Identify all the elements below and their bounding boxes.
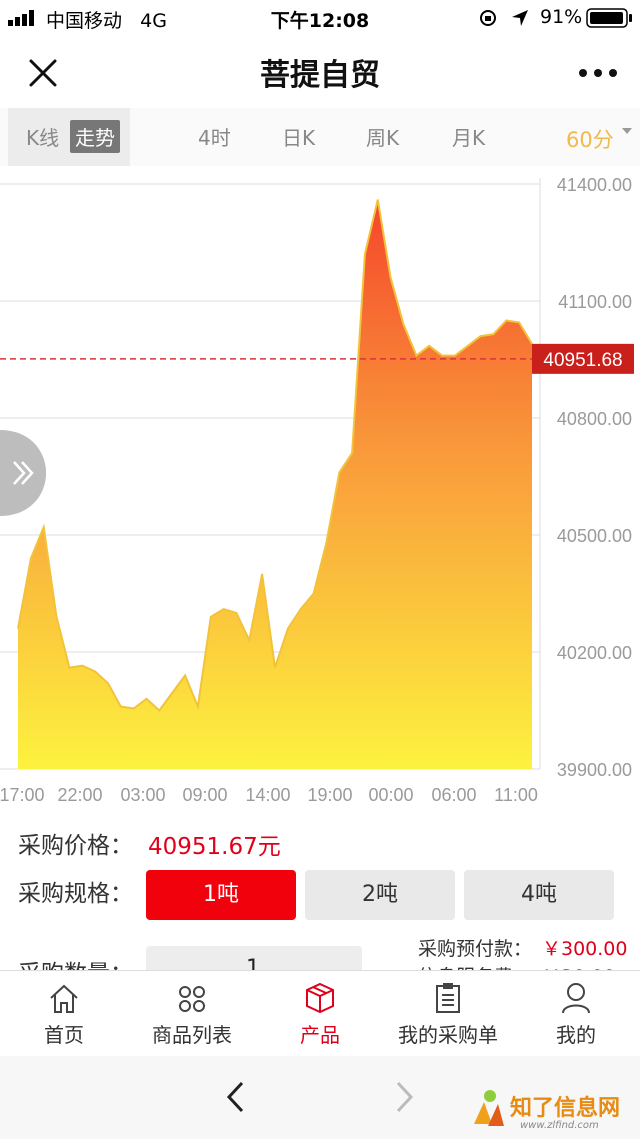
prepay-value: ￥300.00 [542, 938, 628, 960]
tab-kline[interactable]: K线 [26, 122, 59, 151]
tab-week[interactable]: 周K [366, 122, 399, 151]
tab-4h[interactable]: 4时 [198, 122, 231, 151]
watermark-text: 知了信息网 [510, 1096, 621, 1121]
y-tick-label: 40800.00 [557, 409, 632, 429]
tab-day[interactable]: 日K [282, 122, 315, 151]
x-tick-label: 22:00 [57, 785, 102, 805]
price-value: 40951.67元 [148, 834, 281, 860]
tabbar-item-products[interactable]: 商品列表 [128, 971, 256, 1057]
tabbar-label-orders: 我的采购单 [398, 1023, 498, 1047]
price-chart: 41400.00 41100.00 40800.00 40500.00 40200.00… [0, 175, 634, 805]
current-price-label: 40951.68 [543, 350, 622, 371]
x-tick-label: 03:00 [120, 785, 165, 805]
x-tick-label: 00:00 [368, 785, 413, 805]
tabbar-item-product[interactable]: 产品 [256, 971, 384, 1057]
user-icon [562, 983, 590, 1014]
forward-chevron-icon[interactable] [394, 1080, 416, 1114]
y-tick-label: 39900.00 [557, 760, 632, 780]
battery-icon [586, 8, 632, 28]
x-tick-label: 19:00 [307, 785, 352, 805]
clipboard-icon [436, 983, 460, 1013]
tab-trend[interactable]: 走势 [70, 120, 120, 153]
tabbar-item-orders[interactable]: 我的采购单 [384, 971, 512, 1057]
prepay-label: 采购预付款： [418, 938, 533, 960]
tabbar-label-me: 我的 [556, 1023, 596, 1047]
tabbar-item-home[interactable]: 首页 [0, 971, 128, 1057]
back-chevron-icon[interactable] [224, 1080, 246, 1114]
tabbar-label-product: 产品 [300, 1023, 340, 1047]
x-tick-label: 14:00 [245, 785, 290, 805]
tab-month[interactable]: 月K [452, 122, 485, 151]
box-icon [306, 982, 334, 1014]
nav-bar: 菩提自贸 [0, 36, 640, 109]
home-icon [50, 984, 78, 1013]
spec-button-2t[interactable]: 2吨 [305, 870, 455, 920]
side-expand-handle[interactable] [0, 430, 46, 516]
browser-bottom-bar: 知了信息网 www.zlfind.com [0, 1056, 640, 1139]
location-icon [512, 10, 528, 26]
period-tabs: K线 走势 4时 日K 周K 月K 60分 [0, 108, 640, 166]
tabbar-label-products: 商品列表 [152, 1023, 232, 1047]
grid-icon [179, 986, 205, 1012]
watermark-logo-icon [474, 1090, 504, 1126]
tabbar-item-me[interactable]: 我的 [512, 971, 640, 1057]
y-tick-label: 41400.00 [557, 175, 632, 195]
battery-percent: 91% [540, 6, 583, 28]
page-title: 菩提自贸 [260, 58, 380, 93]
dropdown-triangle-icon [622, 128, 632, 134]
more-icon[interactable] [578, 68, 618, 78]
watermark-logo [470, 1086, 506, 1128]
y-tick-label: 40500.00 [557, 526, 632, 546]
x-tick-label: 09:00 [182, 785, 227, 805]
price-label: 采购价格： [18, 833, 133, 859]
y-tick-label: 40200.00 [557, 643, 632, 663]
y-tick-label: 41100.00 [558, 292, 632, 312]
watermark-url: www.zlfind.com [520, 1120, 599, 1131]
x-tick-label: 11:00 [494, 785, 538, 805]
spec-button-1t[interactable]: 1吨 [146, 870, 296, 920]
x-tick-label: 06:00 [431, 785, 476, 805]
price-area [18, 199, 532, 770]
spec-button-4t[interactable]: 4吨 [464, 870, 614, 920]
tab-period-select[interactable]: 60分 [566, 124, 614, 154]
rotation-lock-icon [480, 10, 496, 26]
tabbar-label-home: 首页 [44, 1023, 84, 1047]
status-bar: 中国移动 4G 下午12:08 91% [0, 0, 640, 36]
bottom-tab-bar: 首页 商品列表 产品 我的采购单 我的 [0, 970, 640, 1057]
x-tick-label: 17:00 [0, 785, 45, 805]
spec-label: 采购规格： [18, 881, 133, 907]
